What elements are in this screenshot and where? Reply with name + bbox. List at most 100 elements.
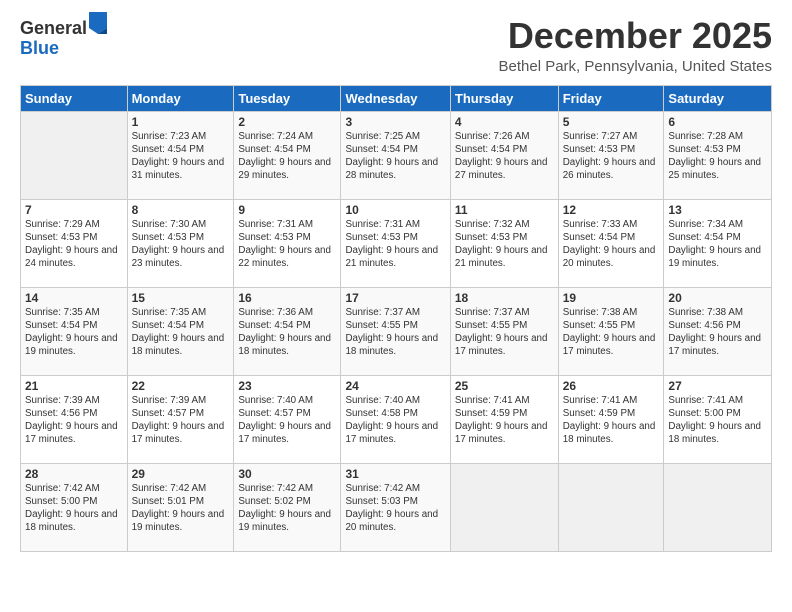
day-info: Sunrise: 7:42 AMSunset: 5:02 PMDaylight:… <box>238 482 336 535</box>
day-info: Sunrise: 7:39 AMSunset: 4:56 PMDaylight:… <box>25 394 123 447</box>
calendar: Sunday Monday Tuesday Wednesday Thursday… <box>20 85 772 552</box>
day-number: 7 <box>25 203 123 217</box>
day-number: 18 <box>455 291 554 305</box>
calendar-cell: 20Sunrise: 7:38 AMSunset: 4:56 PMDayligh… <box>664 287 772 375</box>
calendar-cell: 30Sunrise: 7:42 AMSunset: 5:02 PMDayligh… <box>234 463 341 551</box>
calendar-cell: 26Sunrise: 7:41 AMSunset: 4:59 PMDayligh… <box>558 375 664 463</box>
day-number: 9 <box>238 203 336 217</box>
day-number: 19 <box>563 291 660 305</box>
day-info: Sunrise: 7:30 AMSunset: 4:53 PMDaylight:… <box>132 218 230 271</box>
day-info: Sunrise: 7:31 AMSunset: 4:53 PMDaylight:… <box>345 218 445 271</box>
day-info: Sunrise: 7:31 AMSunset: 4:53 PMDaylight:… <box>238 218 336 271</box>
location: Bethel Park, Pennsylvania, United States <box>499 58 773 75</box>
col-sunday: Sunday <box>21 85 128 111</box>
col-saturday: Saturday <box>664 85 772 111</box>
day-number: 6 <box>668 115 767 129</box>
calendar-week-row: 14Sunrise: 7:35 AMSunset: 4:54 PMDayligh… <box>21 287 772 375</box>
calendar-cell: 14Sunrise: 7:35 AMSunset: 4:54 PMDayligh… <box>21 287 128 375</box>
day-info: Sunrise: 7:37 AMSunset: 4:55 PMDaylight:… <box>345 306 445 359</box>
day-number: 5 <box>563 115 660 129</box>
logo-text: General Blue <box>20 16 107 59</box>
day-info: Sunrise: 7:41 AMSunset: 5:00 PMDaylight:… <box>668 394 767 447</box>
day-number: 25 <box>455 379 554 393</box>
day-info: Sunrise: 7:36 AMSunset: 4:54 PMDaylight:… <box>238 306 336 359</box>
day-info: Sunrise: 7:41 AMSunset: 4:59 PMDaylight:… <box>563 394 660 447</box>
day-number: 17 <box>345 291 445 305</box>
calendar-cell: 29Sunrise: 7:42 AMSunset: 5:01 PMDayligh… <box>127 463 234 551</box>
day-number: 1 <box>132 115 230 129</box>
calendar-cell: 27Sunrise: 7:41 AMSunset: 5:00 PMDayligh… <box>664 375 772 463</box>
day-info: Sunrise: 7:23 AMSunset: 4:54 PMDaylight:… <box>132 130 230 183</box>
calendar-cell: 5Sunrise: 7:27 AMSunset: 4:53 PMDaylight… <box>558 111 664 199</box>
calendar-header-row: Sunday Monday Tuesday Wednesday Thursday… <box>21 85 772 111</box>
calendar-cell: 9Sunrise: 7:31 AMSunset: 4:53 PMDaylight… <box>234 199 341 287</box>
calendar-cell: 28Sunrise: 7:42 AMSunset: 5:00 PMDayligh… <box>21 463 128 551</box>
calendar-cell: 22Sunrise: 7:39 AMSunset: 4:57 PMDayligh… <box>127 375 234 463</box>
day-info: Sunrise: 7:25 AMSunset: 4:54 PMDaylight:… <box>345 130 445 183</box>
calendar-cell: 6Sunrise: 7:28 AMSunset: 4:53 PMDaylight… <box>664 111 772 199</box>
day-info: Sunrise: 7:29 AMSunset: 4:53 PMDaylight:… <box>25 218 123 271</box>
logo-general: General <box>20 18 87 38</box>
header: General Blue December 2025 Bethel Park, … <box>20 16 772 75</box>
day-number: 24 <box>345 379 445 393</box>
calendar-cell: 7Sunrise: 7:29 AMSunset: 4:53 PMDaylight… <box>21 199 128 287</box>
calendar-cell: 19Sunrise: 7:38 AMSunset: 4:55 PMDayligh… <box>558 287 664 375</box>
day-number: 30 <box>238 467 336 481</box>
calendar-cell <box>21 111 128 199</box>
calendar-cell: 10Sunrise: 7:31 AMSunset: 4:53 PMDayligh… <box>341 199 450 287</box>
calendar-cell: 8Sunrise: 7:30 AMSunset: 4:53 PMDaylight… <box>127 199 234 287</box>
calendar-cell: 21Sunrise: 7:39 AMSunset: 4:56 PMDayligh… <box>21 375 128 463</box>
calendar-cell: 18Sunrise: 7:37 AMSunset: 4:55 PMDayligh… <box>450 287 558 375</box>
col-monday: Monday <box>127 85 234 111</box>
calendar-week-row: 21Sunrise: 7:39 AMSunset: 4:56 PMDayligh… <box>21 375 772 463</box>
calendar-cell: 25Sunrise: 7:41 AMSunset: 4:59 PMDayligh… <box>450 375 558 463</box>
day-number: 14 <box>25 291 123 305</box>
day-info: Sunrise: 7:41 AMSunset: 4:59 PMDaylight:… <box>455 394 554 447</box>
calendar-cell: 4Sunrise: 7:26 AMSunset: 4:54 PMDaylight… <box>450 111 558 199</box>
day-info: Sunrise: 7:42 AMSunset: 5:01 PMDaylight:… <box>132 482 230 535</box>
day-info: Sunrise: 7:32 AMSunset: 4:53 PMDaylight:… <box>455 218 554 271</box>
logo: General Blue <box>20 16 107 59</box>
day-info: Sunrise: 7:40 AMSunset: 4:57 PMDaylight:… <box>238 394 336 447</box>
logo-icon <box>89 12 107 34</box>
day-number: 10 <box>345 203 445 217</box>
calendar-cell <box>558 463 664 551</box>
day-number: 3 <box>345 115 445 129</box>
calendar-cell: 17Sunrise: 7:37 AMSunset: 4:55 PMDayligh… <box>341 287 450 375</box>
day-number: 2 <box>238 115 336 129</box>
day-number: 22 <box>132 379 230 393</box>
calendar-week-row: 28Sunrise: 7:42 AMSunset: 5:00 PMDayligh… <box>21 463 772 551</box>
calendar-cell: 13Sunrise: 7:34 AMSunset: 4:54 PMDayligh… <box>664 199 772 287</box>
month-title: December 2025 <box>499 16 773 56</box>
day-info: Sunrise: 7:37 AMSunset: 4:55 PMDaylight:… <box>455 306 554 359</box>
day-info: Sunrise: 7:26 AMSunset: 4:54 PMDaylight:… <box>455 130 554 183</box>
day-number: 4 <box>455 115 554 129</box>
day-number: 21 <box>25 379 123 393</box>
col-tuesday: Tuesday <box>234 85 341 111</box>
day-number: 27 <box>668 379 767 393</box>
day-number: 29 <box>132 467 230 481</box>
day-info: Sunrise: 7:35 AMSunset: 4:54 PMDaylight:… <box>25 306 123 359</box>
calendar-cell: 15Sunrise: 7:35 AMSunset: 4:54 PMDayligh… <box>127 287 234 375</box>
day-info: Sunrise: 7:40 AMSunset: 4:58 PMDaylight:… <box>345 394 445 447</box>
calendar-cell: 2Sunrise: 7:24 AMSunset: 4:54 PMDaylight… <box>234 111 341 199</box>
day-number: 11 <box>455 203 554 217</box>
col-friday: Friday <box>558 85 664 111</box>
day-number: 28 <box>25 467 123 481</box>
day-info: Sunrise: 7:34 AMSunset: 4:54 PMDaylight:… <box>668 218 767 271</box>
calendar-cell: 3Sunrise: 7:25 AMSunset: 4:54 PMDaylight… <box>341 111 450 199</box>
main-container: General Blue December 2025 Bethel Park, … <box>0 0 792 562</box>
day-info: Sunrise: 7:28 AMSunset: 4:53 PMDaylight:… <box>668 130 767 183</box>
calendar-week-row: 7Sunrise: 7:29 AMSunset: 4:53 PMDaylight… <box>21 199 772 287</box>
day-info: Sunrise: 7:42 AMSunset: 5:03 PMDaylight:… <box>345 482 445 535</box>
day-info: Sunrise: 7:39 AMSunset: 4:57 PMDaylight:… <box>132 394 230 447</box>
logo-blue: Blue <box>20 38 59 58</box>
day-info: Sunrise: 7:24 AMSunset: 4:54 PMDaylight:… <box>238 130 336 183</box>
day-number: 31 <box>345 467 445 481</box>
day-info: Sunrise: 7:35 AMSunset: 4:54 PMDaylight:… <box>132 306 230 359</box>
calendar-week-row: 1Sunrise: 7:23 AMSunset: 4:54 PMDaylight… <box>21 111 772 199</box>
calendar-cell: 24Sunrise: 7:40 AMSunset: 4:58 PMDayligh… <box>341 375 450 463</box>
day-number: 26 <box>563 379 660 393</box>
calendar-cell: 1Sunrise: 7:23 AMSunset: 4:54 PMDaylight… <box>127 111 234 199</box>
calendar-cell <box>664 463 772 551</box>
